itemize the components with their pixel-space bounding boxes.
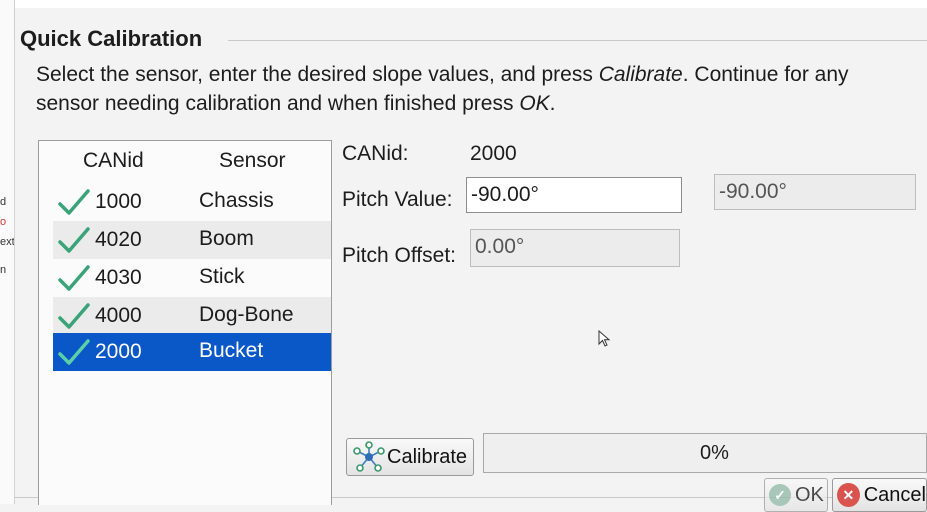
- group-border-left: [14, 40, 15, 500]
- row-canid: 2000: [95, 340, 142, 363]
- row-sensor: Boom: [199, 227, 254, 250]
- pitch-offset-label: Pitch Offset:: [342, 244, 456, 267]
- edge-text: ext: [0, 236, 15, 248]
- cancel-x-icon: ✕: [837, 483, 860, 507]
- list-item[interactable]: 1000 Chassis: [53, 183, 331, 221]
- pitch-value-readout: -90.00°: [714, 174, 916, 210]
- edge-text: d: [0, 196, 7, 208]
- ok-button-label: OK: [795, 483, 824, 506]
- mouse-cursor-icon: [598, 330, 611, 347]
- list-item[interactable]: 4030 Stick: [53, 259, 331, 297]
- check-icon: [58, 339, 90, 365]
- pitch-offset-field: 0.00°: [470, 229, 680, 267]
- list-item[interactable]: 4020 Boom: [53, 221, 331, 259]
- ok-check-icon: ✓: [769, 484, 791, 506]
- edge-text: o: [0, 216, 7, 228]
- list-item-selected[interactable]: 2000 Bucket: [53, 333, 331, 371]
- background-window-edge: d o ext n: [0, 0, 15, 504]
- window-top-edge: [14, 0, 927, 8]
- pitch-value-label: Pitch Value:: [342, 188, 453, 211]
- list-item[interactable]: 4000 Dog-Bone: [53, 297, 331, 335]
- group-border-top: [228, 40, 927, 41]
- cancel-button[interactable]: ✕ Cancel: [832, 478, 927, 512]
- row-sensor: Chassis: [199, 189, 274, 212]
- row-sensor: Stick: [199, 265, 245, 288]
- calibration-progress-bar: 0%: [483, 433, 927, 473]
- column-header-canid[interactable]: CANid: [83, 149, 144, 173]
- sensor-list[interactable]: CANid Sensor 1000 Chassis 4020 Boom 4030…: [38, 140, 332, 505]
- row-sensor: Bucket: [199, 339, 264, 362]
- row-canid: 4030: [95, 266, 142, 289]
- calibrate-button-label: Calibrate: [387, 445, 468, 468]
- check-icon: [58, 265, 90, 291]
- network-icon: [353, 441, 385, 472]
- canid-value: 2000: [470, 142, 517, 165]
- row-canid: 1000: [95, 190, 142, 213]
- row-sensor: Dog-Bone: [199, 303, 294, 326]
- instructions-text: Select the sensor, enter the desired slo…: [36, 63, 849, 115]
- canid-label: CANid:: [342, 142, 409, 165]
- cancel-button-label: Cancel: [863, 483, 926, 506]
- calibrate-button[interactable]: Calibrate: [346, 438, 474, 476]
- group-title: Quick Calibration: [20, 26, 209, 52]
- column-header-sensor[interactable]: Sensor: [219, 149, 286, 173]
- progress-text: 0%: [700, 442, 729, 464]
- ok-button[interactable]: ✓ OK: [764, 478, 828, 512]
- check-icon: [58, 189, 90, 215]
- list-header: CANid Sensor: [39, 141, 331, 181]
- row-canid: 4020: [95, 228, 142, 251]
- edge-text: n: [0, 264, 7, 276]
- row-canid: 4000: [95, 304, 142, 327]
- check-icon: [58, 227, 90, 253]
- pitch-value-input[interactable]: -90.00°: [466, 177, 682, 213]
- check-icon: [58, 303, 90, 329]
